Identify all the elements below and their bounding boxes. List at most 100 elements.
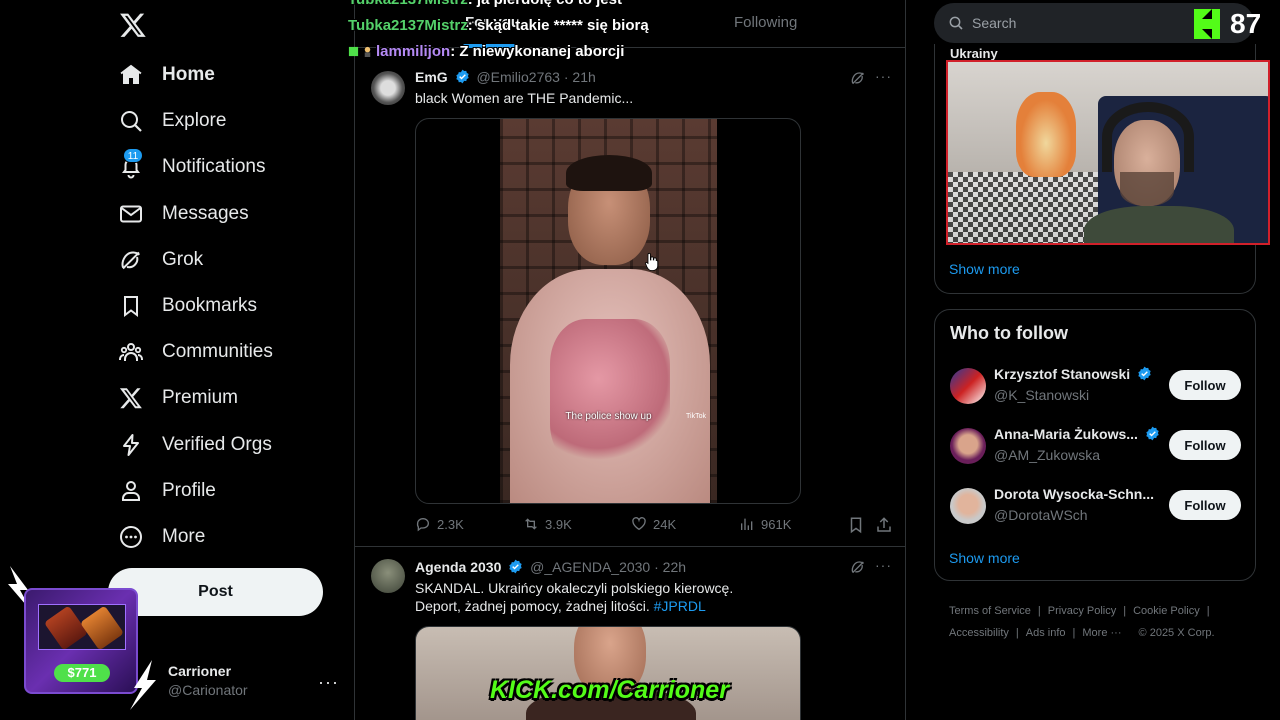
repost-button[interactable]: 3.9K [523, 516, 572, 532]
mail-icon [118, 201, 144, 227]
tweet-header: EmG @Emilio2763 · 21h [415, 69, 596, 85]
nav-label-home: Home [162, 64, 215, 86]
like-count: 24K [653, 516, 677, 532]
nav-item-messages[interactable]: Messages [108, 191, 348, 237]
nav-item-grok[interactable]: Grok [108, 237, 348, 283]
shirt-pattern [550, 319, 670, 469]
suggestion-name: Dorota Wysocka-Schn... [994, 486, 1155, 502]
grok-icon[interactable] [850, 70, 866, 86]
suggestion-name: Krzysztof Stanowski [994, 366, 1155, 382]
home-icon [118, 62, 144, 88]
suggestion-handle: @DorotaWSch [994, 507, 1088, 523]
avatar[interactable] [950, 488, 986, 524]
trend-item-label[interactable]: Ukrainy [950, 46, 998, 61]
skin-display [38, 604, 126, 651]
avatar[interactable] [371, 71, 405, 105]
who-to-follow-title: Who to follow [950, 323, 1068, 343]
tweet-time[interactable]: 22h [663, 559, 686, 575]
avatar[interactable] [950, 428, 986, 464]
search-input[interactable] [972, 15, 1172, 31]
chat-username: Tubka2137Mistrz [348, 0, 468, 8]
stream-overlay-card: $771 [24, 588, 138, 694]
who-to-follow-panel: Who to follow Krzysztof Stanowski @K_Sta… [934, 309, 1256, 581]
repost-count: 3.9K [545, 516, 572, 532]
bell-icon: 11 [118, 148, 144, 180]
view-count: 961K [761, 516, 792, 532]
video-caption: The police show up [565, 411, 652, 422]
tweet-more-icon[interactable]: ··· [875, 68, 892, 84]
tweet-more-icon[interactable]: ··· [875, 557, 892, 573]
nav-item-premium[interactable]: Premium [108, 375, 348, 421]
author-handle[interactable]: @Emilio2763 [476, 69, 559, 85]
nav-item-verified-orgs[interactable]: Verified Orgs [108, 422, 348, 468]
follow-suggestion[interactable]: Anna-Maria Żukows... @AM_Zukowska Follow [935, 420, 1255, 470]
nav-item-profile[interactable]: Profile [108, 468, 348, 514]
footer-separator: | [1015, 627, 1019, 639]
suggestion-handle: @K_Stanowski [994, 387, 1090, 403]
account-more-icon[interactable]: ··· [318, 672, 339, 693]
nav-item-notifications[interactable]: 11 Notifications [108, 144, 348, 190]
nav-label-premium: Premium [162, 387, 239, 409]
headset [1102, 102, 1194, 172]
footer-separator [1128, 627, 1131, 639]
share-icon[interactable] [875, 516, 893, 534]
follow-button[interactable]: Follow [1169, 490, 1241, 520]
tweet[interactable]: EmG @Emilio2763 · 21h ··· black Women ar… [355, 60, 905, 546]
follow-suggestion[interactable]: Dorota Wysocka-Schn... @DorotaWSch Follo… [935, 480, 1255, 530]
chat-text: : ja pierdolę co to jest [468, 0, 622, 8]
nav-item-home[interactable]: Home [108, 52, 348, 98]
gem-badge-icon [348, 46, 359, 57]
tweet-video[interactable] [415, 626, 801, 720]
person-icon [118, 478, 144, 504]
footer-separator: | [1072, 627, 1076, 639]
bookmark-icon [118, 293, 144, 319]
tweet-video[interactable]: The police show up TikTok [415, 118, 801, 504]
bookmark-icon[interactable] [847, 516, 865, 534]
author-handle[interactable]: @_AGENDA_2030 [530, 559, 650, 575]
x-logo-icon[interactable] [119, 11, 147, 39]
footer-link-accessibility[interactable]: Accessibility [949, 627, 1009, 639]
kick-channel-banner: KICK.com/Carrioner [490, 676, 729, 704]
video-frame: The police show up TikTok [500, 119, 717, 503]
follow-button[interactable]: Follow [1169, 430, 1241, 460]
tab-following[interactable]: Following [734, 14, 797, 31]
nav-item-communities[interactable]: Communities [108, 329, 348, 375]
footer-link-terms[interactable]: Terms of Service [949, 605, 1031, 617]
follow-button[interactable]: Follow [1169, 370, 1241, 400]
more-circle-icon [118, 524, 144, 550]
footer-copyright: © 2025 X Corp. [1138, 627, 1215, 639]
footer-link-privacy[interactable]: Privacy Policy [1048, 605, 1116, 617]
follow-suggestion[interactable]: Krzysztof Stanowski @K_Stanowski Follow [935, 360, 1255, 410]
avatar[interactable] [950, 368, 986, 404]
show-more-link[interactable]: Show more [949, 550, 1020, 566]
footer-link-ads[interactable]: Ads info [1026, 627, 1066, 639]
avatar[interactable] [371, 559, 405, 593]
nav-label-explore: Explore [162, 110, 227, 132]
author-name[interactable]: Agenda 2030 [415, 559, 501, 575]
knife-image [79, 605, 125, 651]
tweet-time[interactable]: 21h [572, 69, 595, 85]
chat-username: Tubka2137Mistrz [348, 17, 468, 34]
streamer-beard [1120, 172, 1174, 206]
suggestion-name: Anna-Maria Żukows... [994, 426, 1163, 442]
show-more-link[interactable]: Show more [949, 261, 1020, 277]
suggestion-name-text: Krzysztof Stanowski [994, 366, 1131, 382]
like-button[interactable]: 24K [631, 516, 676, 532]
hashtag-link[interactable]: #JPRDL [654, 598, 706, 614]
search-icon [949, 16, 963, 30]
footer-link-more[interactable]: More ··· [1082, 627, 1121, 639]
reply-button[interactable]: 2.3K [415, 516, 464, 532]
nav-label-profile: Profile [162, 479, 216, 501]
chat-text: : Z niewykonanej aborcji [450, 43, 625, 60]
post-button[interactable]: Post [108, 568, 323, 616]
views-button[interactable]: 961K [739, 516, 791, 532]
account-switcher[interactable]: Carrioner @Carionator [168, 663, 338, 698]
nav-item-bookmarks[interactable]: Bookmarks [108, 283, 348, 329]
grok-icon[interactable] [850, 559, 866, 575]
footer-link-cookie[interactable]: Cookie Policy [1133, 605, 1200, 617]
repost-icon [525, 518, 537, 530]
nav-item-explore[interactable]: Explore [108, 98, 348, 144]
author-name[interactable]: EmG [415, 69, 448, 85]
nav-item-more[interactable]: More [108, 514, 348, 560]
nav-label-verified-orgs: Verified Orgs [162, 433, 272, 455]
